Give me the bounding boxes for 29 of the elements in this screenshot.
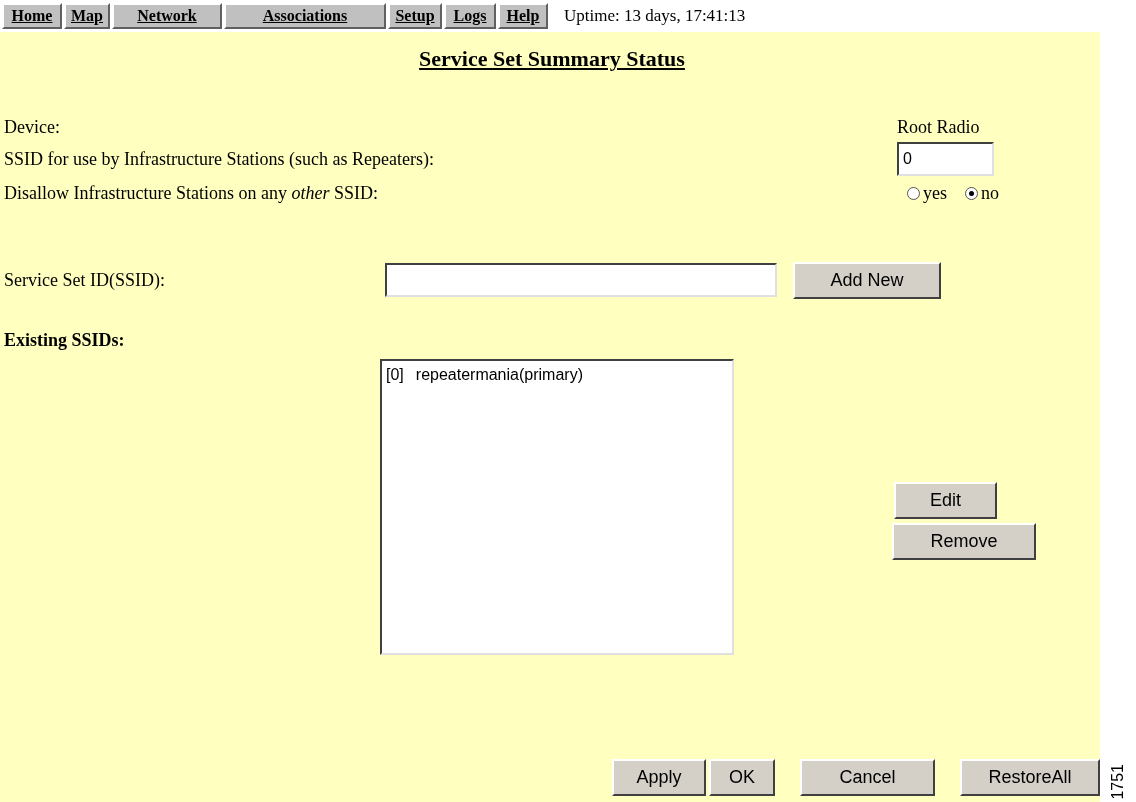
field-label: Disallow Infrastructure Stations on any other SSID: — [4, 182, 379, 204]
figure-id: 1751 — [1110, 764, 1126, 800]
section-label: Existing SSIDs: — [4, 330, 126, 351]
column-heading: Root Radio — [897, 116, 980, 138]
ssid-listbox[interactable]: [0] repeatermania(primary) — [380, 359, 734, 655]
field-label: Device: — [4, 116, 61, 138]
nav-tab[interactable]: Network — [112, 3, 222, 29]
nav-tab[interactable]: Map — [64, 3, 110, 29]
field-label: SSID for use by Infrastructure Stations (such as Repeaters): — [4, 148, 435, 170]
page-title: Service Set Summary Status — [418, 45, 686, 72]
ssid-input[interactable] — [385, 263, 777, 297]
nav-tab[interactable]: Help — [498, 3, 548, 29]
footer-button[interactable]: OK — [709, 759, 775, 796]
footer-button[interactable]: RestoreAll — [960, 759, 1100, 796]
uptime-text: Uptime: 13 days, 17:41:13 — [564, 6, 746, 26]
footer-button[interactable]: Cancel — [800, 759, 935, 796]
side-button[interactable]: Edit — [894, 482, 997, 519]
radio-option[interactable]: yes — [907, 182, 947, 204]
list-option[interactable]: [0] repeatermania(primary) — [384, 365, 585, 385]
radio-option[interactable]: no — [965, 182, 999, 204]
nav-tab[interactable]: Associations — [224, 3, 386, 29]
nav-tab[interactable]: Home — [2, 3, 62, 29]
add-new-button[interactable]: Add New — [793, 261, 941, 299]
footer-button[interactable]: Apply — [612, 759, 706, 796]
nav-tab[interactable]: Logs — [444, 3, 496, 29]
nav-tab[interactable]: Setup — [388, 3, 442, 29]
side-button[interactable]: Remove — [892, 523, 1036, 560]
ssid-input[interactable]: 0 — [897, 142, 994, 176]
field-label: Service Set ID(SSID): — [4, 269, 166, 291]
